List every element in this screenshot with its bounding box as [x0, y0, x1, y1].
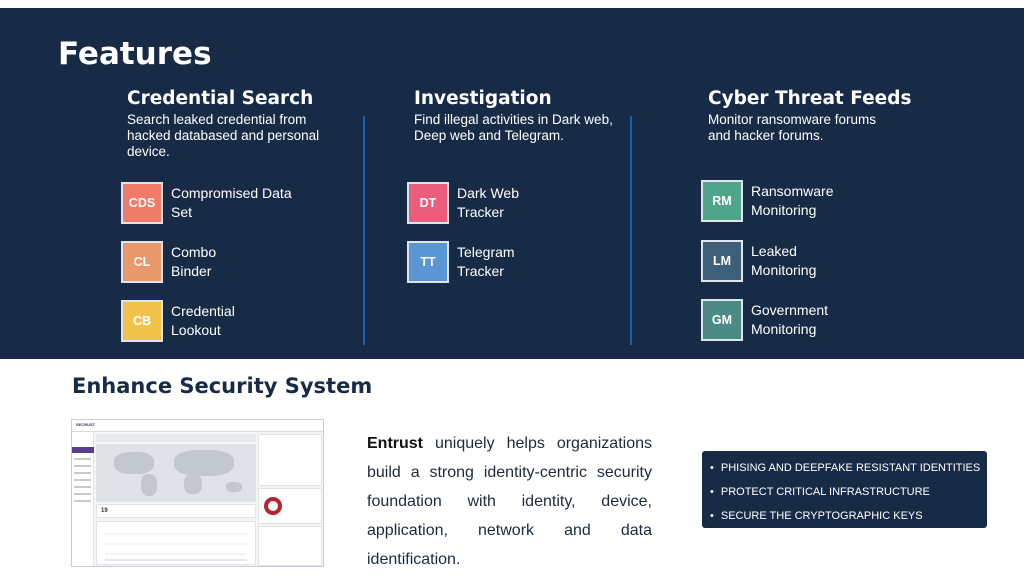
top-strip: [0, 0, 1024, 8]
world-map: [96, 444, 256, 502]
chart-lines: [105, 533, 247, 561]
dashboard-tabbar: [96, 434, 256, 442]
dashboard-logo: SECRUST: [76, 422, 96, 427]
column-description-credential-search: Search leaked credential from hacked dat…: [127, 112, 320, 159]
sidebar-item: [74, 458, 91, 460]
badge-cl-icon: CL: [121, 241, 163, 283]
dashboard-panel-bottom: [258, 526, 322, 566]
features-title: Features: [58, 36, 212, 72]
dashboard-sidebar: [72, 432, 94, 566]
feature-item-compromised-data-set[interactable]: CDS Compromised Data Set: [121, 182, 292, 224]
map-landmass: [141, 474, 157, 496]
stat-value: 19: [101, 508, 108, 514]
badge-cds-icon: CDS: [121, 182, 163, 224]
feature-item-ransomware-monitoring[interactable]: RM Ransomware Monitoring: [701, 180, 833, 222]
badge-gm-icon: GM: [701, 299, 743, 341]
dashboard-panel-risk: [258, 488, 322, 524]
feature-item-telegram-tracker[interactable]: TT Telegram Tracker: [407, 241, 515, 283]
column-divider: [630, 116, 632, 345]
risk-donut: [264, 497, 282, 515]
security-bullets-box: PHISING AND DEEPFAKE RESISTANT IDENTITIE…: [702, 451, 987, 528]
column-heading-cyber-threat-feeds: Cyber Threat Feeds: [708, 88, 912, 109]
dashboard-screenshot: SECRUST 19: [71, 419, 324, 567]
feature-label: Telegram Tracker: [457, 244, 515, 279]
entrust-brand: Entrust: [367, 435, 423, 452]
feature-label: Compromised Data Set: [171, 185, 292, 220]
feature-label: Combo Binder: [171, 244, 217, 279]
feature-label: Dark Web Tracker: [457, 185, 519, 220]
entrust-paragraph: Entrust uniquely helps organizations bui…: [367, 429, 652, 574]
bullet-item: PROTECT CRITICAL INFRASTRUCTURE: [710, 480, 979, 504]
badge-tt-icon: TT: [407, 241, 449, 283]
sidebar-item: [74, 465, 91, 467]
sidebar-active-item: [72, 447, 94, 453]
sidebar-item: [74, 493, 91, 495]
column-divider: [363, 116, 365, 345]
sidebar-item: [74, 479, 91, 481]
map-landmass: [184, 474, 202, 494]
sidebar-item: [74, 500, 91, 502]
badge-cb-icon: CB: [121, 300, 163, 342]
dashboard-stats-row: 19: [96, 504, 256, 518]
dashboard-panel-top: [258, 434, 322, 486]
sidebar-item: [74, 486, 91, 488]
column-description-investigation: Find illegal activities in Dark web, Dee…: [414, 112, 613, 143]
column-heading-investigation: Investigation: [414, 88, 552, 109]
badge-dt-icon: DT: [407, 182, 449, 224]
sidebar-item: [74, 472, 91, 474]
badge-rm-icon: RM: [701, 180, 743, 222]
column-heading-credential-search: Credential Search: [127, 88, 314, 109]
feature-label: Credential Lookout: [171, 303, 235, 338]
feature-item-dark-web-tracker[interactable]: DT Dark Web Tracker: [407, 182, 519, 224]
entrust-paragraph-text: uniquely helps organizations build a str…: [367, 435, 652, 568]
map-landmass: [174, 450, 234, 476]
features-section: Features Credential Search Search leaked…: [0, 8, 1024, 359]
map-landmass: [114, 452, 154, 474]
enhance-security-title: Enhance Security System: [72, 374, 373, 398]
feature-label: Government Monitoring: [751, 302, 829, 337]
bullet-item: PHISING AND DEEPFAKE RESISTANT IDENTITIE…: [710, 456, 980, 480]
bullet-item: SECURE THE CRYPTOGRAPHIC KEYS: [710, 504, 979, 528]
column-description-cyber-threat-feeds: Monitor ransomware forums and hacker for…: [708, 112, 877, 143]
map-landmass: [226, 482, 242, 492]
feature-item-combo-binder[interactable]: CL Combo Binder: [121, 241, 216, 283]
feature-label: Ransomware Monitoring: [751, 183, 834, 218]
feature-item-government-monitoring[interactable]: GM Government Monitoring: [701, 299, 828, 341]
feature-label: Leaked Monitoring: [751, 243, 817, 278]
dashboard-chart: [96, 521, 256, 565]
feature-item-credential-lookout[interactable]: CB Credential Lookout: [121, 300, 235, 342]
dashboard-navbar: SECRUST: [72, 420, 323, 432]
feature-item-leaked-monitoring[interactable]: LM Leaked Monitoring: [701, 240, 816, 282]
badge-lm-icon: LM: [701, 240, 743, 282]
